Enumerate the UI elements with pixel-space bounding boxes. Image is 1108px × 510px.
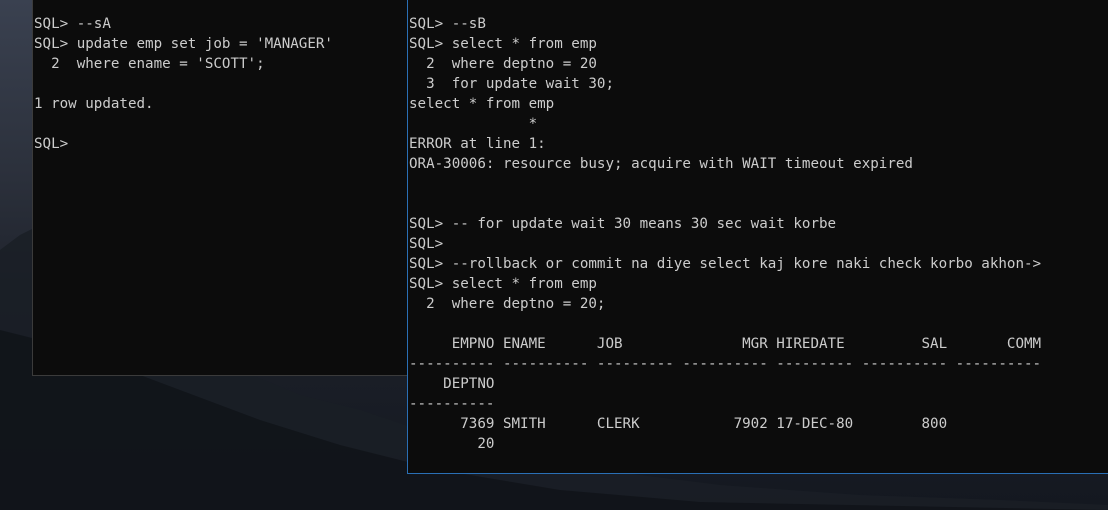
console-line: 2 where deptno = 20;: [409, 296, 606, 312]
console-a-output: SQL> --sA SQL> update emp set job = 'MAN…: [33, 0, 408, 154]
result-header: EMPNO ENAME JOB MGR HIREDATE SAL COMM: [409, 336, 1042, 352]
console-line: SQL> -- for update wait 30 means 30 sec …: [409, 216, 837, 232]
result-separator: ----------: [409, 396, 495, 412]
console-window-session-a[interactable]: SQL> --sA SQL> update emp set job = 'MAN…: [32, 0, 408, 376]
console-line: SQL> --sA: [34, 16, 111, 32]
console-window-session-b[interactable]: SQL> --sB SQL> select * from emp 2 where…: [407, 0, 1108, 474]
error-line: ERROR at line 1:: [409, 136, 546, 152]
console-prompt[interactable]: SQL>: [34, 134, 408, 154]
console-line: 2 where deptno = 20: [409, 56, 597, 72]
console-line: SQL> update emp set job = 'MANAGER': [34, 36, 333, 52]
console-line: SQL> select * from emp: [409, 276, 597, 292]
result-row: 7369 SMITH CLERK 7902 17-DEC-80 800: [409, 416, 948, 432]
result-separator: ---------- ---------- --------- --------…: [409, 356, 1042, 372]
error-message: ORA-30006: resource busy; acquire with W…: [409, 156, 913, 172]
console-line: select * from emp: [409, 96, 555, 112]
console-line: SQL>: [409, 236, 444, 252]
console-line: SQL> --sB: [409, 16, 486, 32]
console-b-output: SQL> --sB SQL> select * from emp 2 where…: [408, 0, 1108, 454]
console-line: 1 row updated.: [34, 96, 154, 112]
result-row: 20: [409, 436, 495, 452]
result-header: DEPTNO: [409, 376, 495, 392]
console-line: 3 for update wait 30;: [409, 76, 614, 92]
console-line: *: [409, 116, 538, 132]
console-line: SQL> --rollback or commit na diye select…: [409, 256, 1042, 272]
console-line: SQL> select * from emp: [409, 36, 597, 52]
console-line: 2 where ename = 'SCOTT';: [34, 56, 265, 72]
